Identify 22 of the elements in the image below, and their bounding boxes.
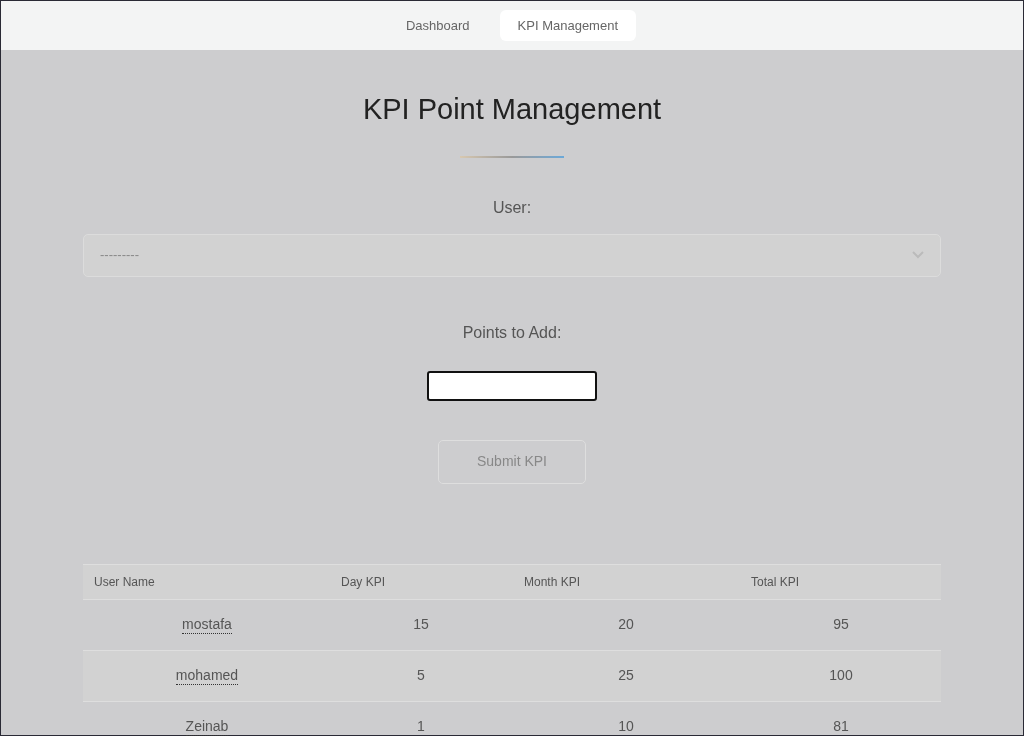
table-cell-text: 20 bbox=[618, 615, 634, 634]
column-header: Month KPI bbox=[523, 573, 582, 591]
points-input[interactable] bbox=[427, 370, 597, 401]
page-title: KPI Point Management bbox=[362, 92, 662, 127]
table-cell-text: 10 bbox=[618, 717, 634, 736]
field-label: Points to Add: bbox=[462, 322, 562, 343]
field-label: User: bbox=[492, 197, 532, 218]
table-cell-text: 100 bbox=[829, 666, 853, 685]
table-cell-text: 5 bbox=[417, 666, 425, 685]
user-name-link[interactable]: Zeinab bbox=[185, 717, 229, 736]
column-header: User Name bbox=[93, 573, 156, 591]
nav-tab[interactable]: Dashboard bbox=[387, 10, 488, 41]
table-cell-text: 15 bbox=[413, 615, 429, 634]
column-header: Day KPI bbox=[340, 573, 386, 591]
user-name-link[interactable]: mostafa bbox=[182, 615, 232, 634]
table-cell-text: 25 bbox=[618, 666, 634, 685]
column-header: Total KPI bbox=[750, 573, 801, 591]
table-cell-text: 95 bbox=[833, 615, 849, 634]
nav-tab[interactable]: KPI Management bbox=[499, 10, 637, 41]
table-cell-text: 81 bbox=[833, 717, 849, 736]
table-cell-text: 1 bbox=[417, 717, 425, 736]
user-name-link[interactable]: mohamed bbox=[175, 666, 239, 685]
